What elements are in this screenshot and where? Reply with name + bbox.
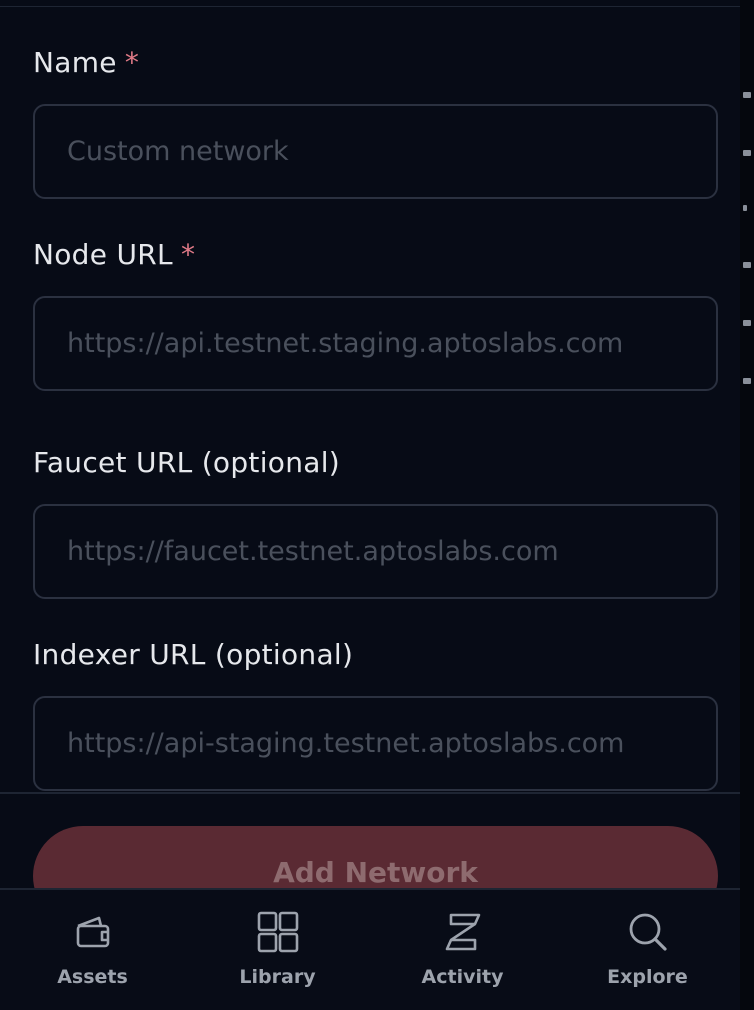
edge-glyph	[743, 150, 751, 156]
tab-explore-label: Explore	[607, 966, 688, 988]
top-divider	[0, 6, 740, 7]
faucet-url-input[interactable]	[33, 504, 718, 599]
tab-explore[interactable]: Explore	[555, 890, 740, 1010]
edge-glyph	[743, 320, 751, 326]
activity-icon	[445, 913, 480, 951]
indexer-url-input[interactable]	[33, 696, 718, 791]
edge-glyph	[743, 92, 751, 98]
edge-glyph	[743, 378, 751, 384]
node-url-label: Node URL *	[33, 238, 195, 271]
background-window-edge	[740, 0, 754, 1010]
name-label-text: Name	[33, 46, 117, 79]
search-icon	[629, 913, 667, 951]
name-label: Name *	[33, 46, 139, 79]
form-divider	[0, 792, 740, 794]
add-network-screen: Name* Node URL* Faucet URL (optional) In…	[0, 0, 754, 1010]
tab-activity-label: Activity	[421, 966, 504, 988]
tab-library-label: Library	[239, 966, 316, 988]
tab-assets[interactable]: Assets	[0, 890, 185, 1010]
required-mark: *	[180, 238, 196, 271]
edge-glyph	[743, 262, 751, 268]
edge-glyph	[743, 205, 747, 211]
indexer-url-label: Indexer URL (optional)	[33, 638, 354, 671]
node-url-label-text: Node URL	[33, 238, 173, 271]
wallet-icon	[76, 916, 109, 948]
tab-library[interactable]: Library	[185, 890, 370, 1010]
tab-activity[interactable]: Activity	[370, 890, 555, 1010]
tab-assets-label: Assets	[57, 966, 128, 988]
node-url-input[interactable]	[33, 296, 718, 391]
add-network-button-label: Add Network	[273, 856, 478, 889]
required-mark: *	[124, 46, 140, 79]
grid-icon	[257, 911, 298, 953]
name-input[interactable]	[33, 104, 718, 199]
bottom-tab-bar: Assets Library Activity Explore	[0, 888, 740, 1010]
faucet-url-label: Faucet URL (optional)	[33, 446, 341, 479]
